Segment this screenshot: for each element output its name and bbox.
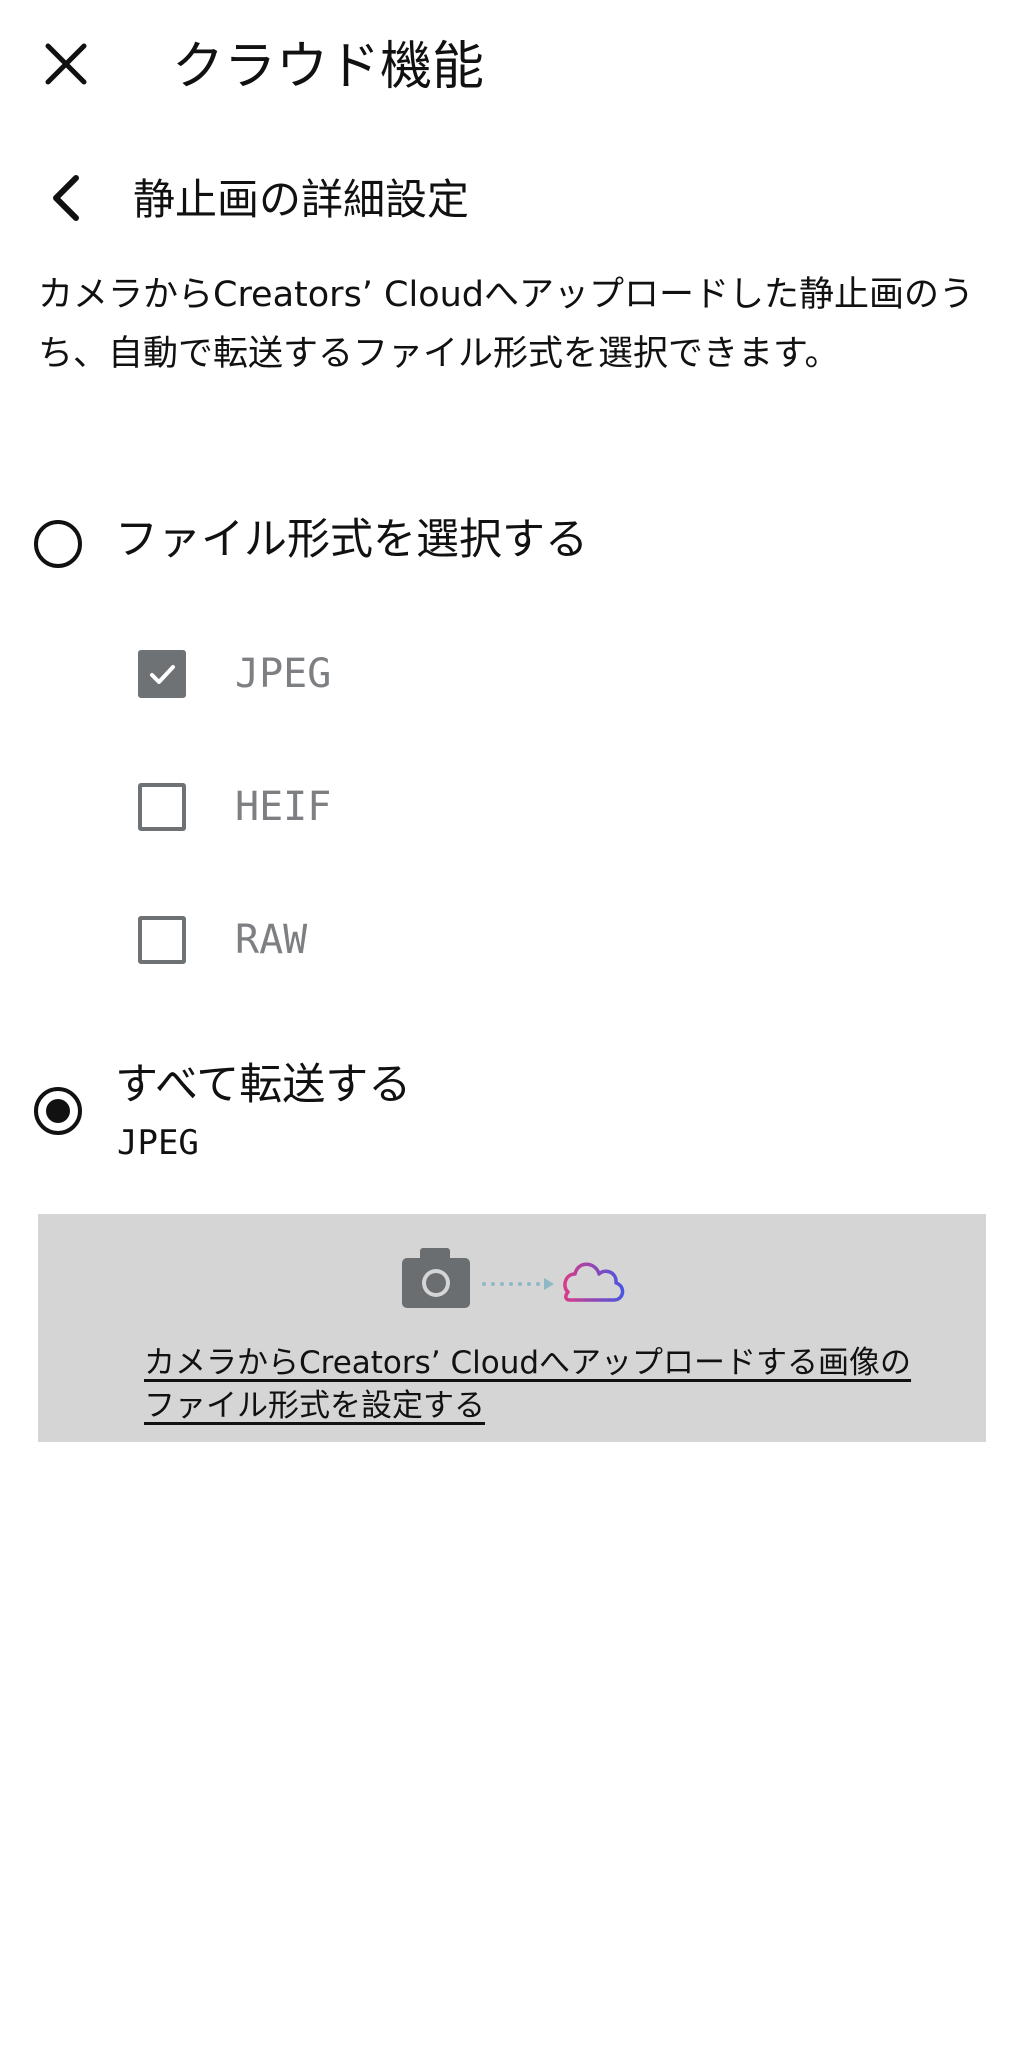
description-text: カメラからCreators’ Cloudへアップロードした静止画のうち、自動で転… (38, 275, 975, 374)
dotted-arrow-icon (482, 1278, 554, 1290)
format-label-heif: HEIF (235, 784, 332, 830)
option-transfer-all[interactable]: すべて転送する JPEG (0, 1045, 1024, 1175)
chevron-left-icon (46, 172, 86, 228)
option-select-formats[interactable]: ファイル形式を選択する (0, 500, 1024, 590)
format-row-heif[interactable]: HEIF (0, 757, 1024, 857)
info-card: カメラからCreators’ Cloudへアップロードする画像のファイル形式を設… (38, 1214, 986, 1442)
app-title: クラウド機能 (172, 37, 485, 97)
radio-select-formats[interactable] (34, 520, 82, 568)
back-button[interactable] (34, 164, 98, 236)
cloud-icon (563, 1262, 625, 1302)
option-transfer-all-sublabel: JPEG (117, 1123, 199, 1163)
sub-title: 静止画の詳細設定 (133, 175, 470, 224)
option-select-formats-label: ファイル形式を選択する (115, 515, 588, 565)
checkmark-icon (150, 665, 175, 684)
close-icon (43, 41, 89, 91)
radio-selected-dot (46, 1099, 70, 1123)
format-label-raw: RAW (235, 917, 308, 963)
format-row-jpeg[interactable]: JPEG (0, 624, 1024, 724)
upload-format-settings-link[interactable]: カメラからCreators’ Cloudへアップロードする画像のファイル形式を設… (144, 1342, 924, 1428)
format-row-raw[interactable]: RAW (0, 890, 1024, 990)
camera-icon (402, 1248, 470, 1308)
camera-to-cloud-graphic (402, 1248, 625, 1308)
checkbox-heif[interactable] (138, 783, 186, 831)
app-bar: クラウド機能 (0, 0, 1024, 140)
close-button[interactable] (30, 30, 102, 102)
checkbox-jpeg[interactable] (138, 650, 186, 698)
format-label-jpeg: JPEG (235, 651, 332, 697)
radio-transfer-all[interactable] (34, 1087, 82, 1135)
checkbox-raw[interactable] (138, 916, 186, 964)
option-transfer-all-label: すべて転送する (115, 1060, 412, 1110)
